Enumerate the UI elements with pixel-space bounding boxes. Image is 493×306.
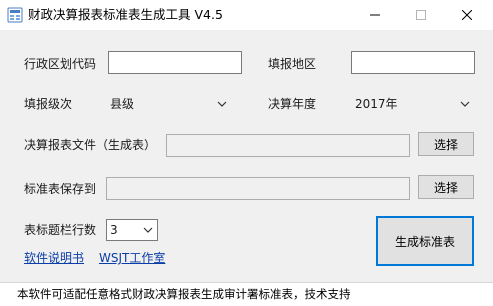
output-dir-input[interactable] — [106, 177, 410, 200]
header-rows-value: 3 — [110, 223, 118, 237]
close-button[interactable] — [444, 0, 490, 30]
source-file-input[interactable] — [166, 134, 410, 157]
output-dir-label: 标准表保存到 — [24, 182, 97, 196]
select-output-dir-button[interactable]: 选择 — [418, 175, 474, 199]
chevron-down-icon — [217, 101, 227, 107]
select-source-file-button[interactable]: 选择 — [418, 132, 474, 156]
header-rows-dropdown[interactable]: 3 — [106, 219, 158, 241]
chevron-down-icon — [143, 227, 153, 233]
minimize-button[interactable] — [352, 0, 398, 30]
app-icon — [7, 7, 23, 23]
header-rows-label: 表标题栏行数 — [24, 223, 97, 237]
level-value: 县级 — [110, 97, 135, 111]
chevron-down-icon — [460, 101, 470, 107]
generate-button[interactable]: 生成标准表 — [376, 216, 474, 266]
source-file-label: 决算报表文件（生成表） — [24, 138, 157, 152]
level-label: 填报级次 — [24, 97, 73, 111]
region-name-label: 填报地区 — [268, 57, 317, 71]
window-title: 财政决算报表标准表生成工具 V4.5 — [28, 7, 223, 22]
year-label: 决算年度 — [268, 97, 317, 111]
region-code-input[interactable] — [108, 51, 242, 74]
maximize-icon — [416, 10, 426, 20]
status-text: 本软件可适配任意格式财政决算报表生成审计署标准表，技术支持 — [17, 287, 351, 301]
studio-link[interactable]: WSJT工作室 — [99, 250, 165, 266]
level-dropdown[interactable]: 县级 — [106, 93, 232, 115]
app-window: 财政决算报表标准表生成工具 V4.5 行政区划代码 填报地区 填报级次 县级 决… — [0, 0, 493, 306]
maximize-button[interactable] — [398, 0, 444, 30]
region-code-label: 行政区划代码 — [24, 57, 97, 71]
title-bar[interactable]: 财政决算报表标准表生成工具 V4.5 — [0, 0, 493, 30]
year-dropdown[interactable]: 2017年 — [351, 93, 475, 115]
year-value: 2017年 — [355, 97, 398, 111]
minimize-icon — [370, 14, 380, 16]
manual-link[interactable]: 软件说明书 — [24, 250, 84, 266]
close-icon — [462, 10, 472, 20]
status-bar: 本软件可适配任意格式财政决算报表生成审计署标准表，技术支持 — [0, 282, 493, 306]
region-name-input[interactable] — [351, 51, 475, 74]
